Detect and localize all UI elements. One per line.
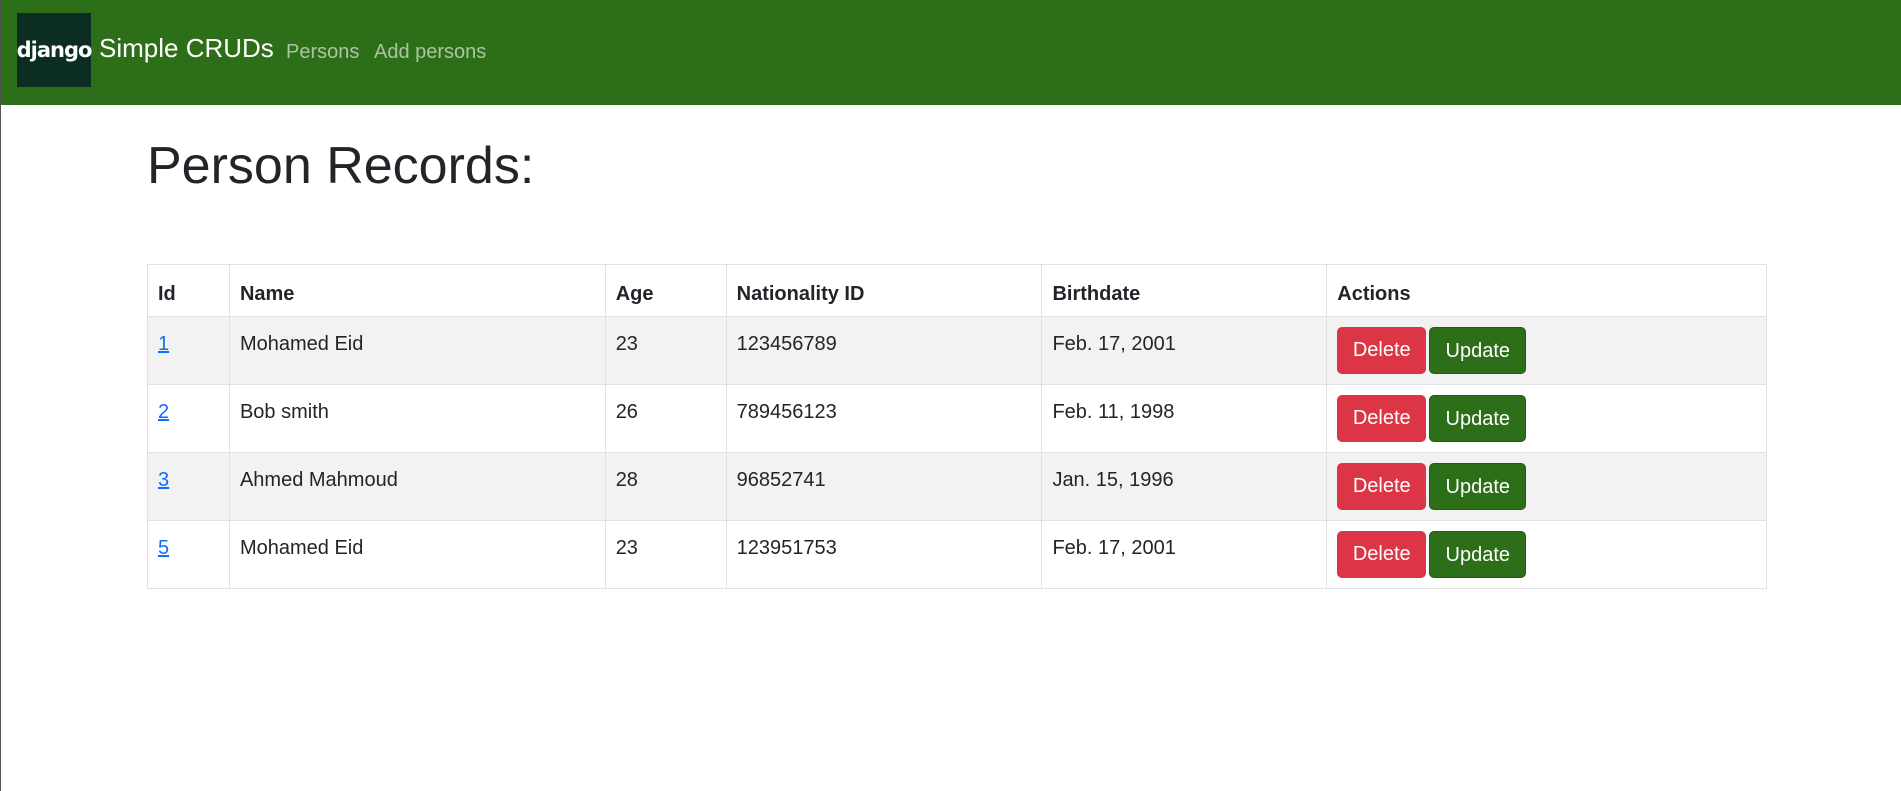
delete-button[interactable]: Delete bbox=[1337, 531, 1427, 578]
cell-id: 2 bbox=[147, 384, 230, 453]
cell-birthdate: Feb. 11, 1998 bbox=[1041, 384, 1328, 453]
cell-age: 23 bbox=[604, 520, 727, 589]
person-id-link[interactable]: 2 bbox=[158, 401, 169, 423]
cell-id: 1 bbox=[147, 316, 230, 385]
table-row: 3 Ahmed Mahmoud 28 96852741 Jan. 15, 199… bbox=[147, 452, 1767, 521]
cell-nationality-id: 96852741 bbox=[725, 452, 1043, 521]
update-button[interactable]: Update bbox=[1429, 463, 1527, 510]
update-button[interactable]: Update bbox=[1429, 327, 1527, 374]
cell-birthdate: Feb. 17, 2001 bbox=[1041, 316, 1328, 385]
cell-actions: Delete Update bbox=[1326, 520, 1767, 589]
person-id-link[interactable]: 1 bbox=[158, 333, 169, 355]
person-id-link[interactable]: 5 bbox=[158, 537, 169, 559]
cell-nationality-id: 789456123 bbox=[725, 384, 1043, 453]
table-row: 1 Mohamed Eid 23 123456789 Feb. 17, 2001… bbox=[147, 316, 1767, 385]
table-header-row: Id Name Age Nationality ID Birthdate Act… bbox=[147, 264, 1767, 317]
update-button[interactable]: Update bbox=[1429, 531, 1527, 578]
header-nationality-id: Nationality ID bbox=[725, 264, 1043, 317]
delete-button[interactable]: Delete bbox=[1337, 463, 1427, 510]
person-id-link[interactable]: 3 bbox=[158, 469, 169, 491]
navbar: django Simple CRUDs Persons Add persons bbox=[1, 0, 1901, 105]
header-birthdate: Birthdate bbox=[1041, 264, 1328, 317]
delete-button[interactable]: Delete bbox=[1337, 395, 1427, 442]
header-actions: Actions bbox=[1326, 264, 1767, 317]
cell-name: Bob smith bbox=[228, 384, 606, 453]
cell-id: 5 bbox=[147, 520, 230, 589]
cell-id: 3 bbox=[147, 452, 230, 521]
cell-actions: Delete Update bbox=[1326, 384, 1767, 453]
page: django Simple CRUDs Persons Add persons … bbox=[0, 0, 1901, 791]
header-id: Id bbox=[147, 264, 230, 317]
table-row: 5 Mohamed Eid 23 123951753 Feb. 17, 2001… bbox=[147, 520, 1767, 589]
cell-name: Mohamed Eid bbox=[228, 520, 606, 589]
cell-birthdate: Feb. 17, 2001 bbox=[1041, 520, 1328, 589]
cell-age: 28 bbox=[604, 452, 727, 521]
cell-name: Ahmed Mahmoud bbox=[228, 452, 606, 521]
cell-birthdate: Jan. 15, 1996 bbox=[1041, 452, 1328, 521]
nav-add-persons-link[interactable]: Add persons bbox=[374, 39, 486, 65]
cell-actions: Delete Update bbox=[1326, 316, 1767, 385]
header-name: Name bbox=[228, 264, 606, 317]
update-button[interactable]: Update bbox=[1429, 395, 1527, 442]
django-logo[interactable]: django bbox=[17, 13, 92, 87]
header-age: Age bbox=[604, 264, 727, 317]
brand-link[interactable]: Simple CRUDs bbox=[99, 32, 274, 64]
cell-nationality-id: 123951753 bbox=[725, 520, 1043, 589]
cell-nationality-id: 123456789 bbox=[725, 316, 1043, 385]
cell-name: Mohamed Eid bbox=[228, 316, 606, 385]
page-title: Person Records: bbox=[147, 137, 535, 195]
cell-actions: Delete Update bbox=[1326, 452, 1767, 521]
person-records-table: Id Name Age Nationality ID Birthdate Act… bbox=[147, 264, 1767, 589]
delete-button[interactable]: Delete bbox=[1337, 327, 1427, 374]
nav-persons-link[interactable]: Persons bbox=[286, 39, 359, 65]
table-row: 2 Bob smith 26 789456123 Feb. 11, 1998 D… bbox=[147, 384, 1767, 453]
cell-age: 26 bbox=[604, 384, 727, 453]
cell-age: 23 bbox=[604, 316, 727, 385]
